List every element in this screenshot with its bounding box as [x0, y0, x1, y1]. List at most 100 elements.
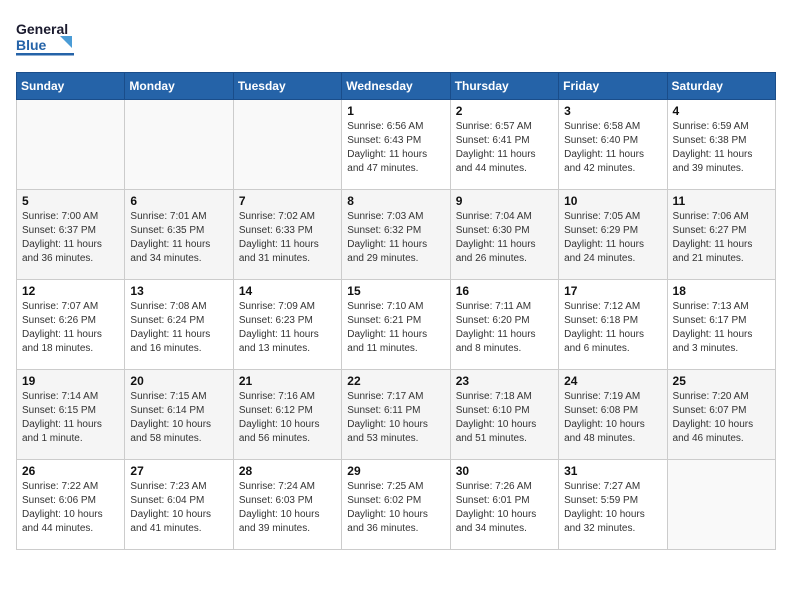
day-number: 26: [22, 464, 119, 478]
weekday-header-saturday: Saturday: [667, 73, 775, 100]
calendar-cell: 19 Sunrise: 7:14 AM Sunset: 6:15 PM Dayli…: [17, 370, 125, 460]
day-number: 29: [347, 464, 444, 478]
day-number: 23: [456, 374, 553, 388]
day-info: Sunrise: 7:22 AM Sunset: 6:06 PM Dayligh…: [22, 480, 119, 536]
day-info: Sunrise: 7:23 AM Sunset: 6:04 PM Dayligh…: [130, 480, 227, 536]
calendar-week-row: 12 Sunrise: 7:07 AM Sunset: 6:26 PM Dayli…: [17, 280, 776, 370]
calendar-cell: 4 Sunrise: 6:59 AM Sunset: 6:38 PM Daylig…: [667, 100, 775, 190]
day-number: 3: [564, 104, 661, 118]
calendar-cell: 9 Sunrise: 7:04 AM Sunset: 6:30 PM Daylig…: [450, 190, 558, 280]
day-info: Sunrise: 7:07 AM Sunset: 6:26 PM Dayligh…: [22, 300, 119, 356]
day-info: Sunrise: 7:01 AM Sunset: 6:35 PM Dayligh…: [130, 210, 227, 266]
calendar-week-row: 5Sunrise: 7:00 AM Sunset: 6:37 PM Daylig…: [17, 190, 776, 280]
day-info: Sunrise: 7:04 AM Sunset: 6:30 PM Dayligh…: [456, 210, 553, 266]
calendar-cell: 17Sunrise: 7:12 AM Sunset: 6:18 PM Dayli…: [559, 280, 667, 370]
day-info: Sunrise: 7:25 AM Sunset: 6:02 PM Dayligh…: [347, 480, 444, 536]
calendar-cell: 20Sunrise: 7:15 AM Sunset: 6:14 PM Dayli…: [125, 370, 233, 460]
calendar-cell: [233, 100, 341, 190]
calendar-week-row: 1 Sunrise: 6:56 AM Sunset: 6:43 PM Daylig…: [17, 100, 776, 190]
day-info: Sunrise: 7:27 AM Sunset: 5:59 PM Dayligh…: [564, 480, 661, 536]
day-number: 5: [22, 194, 119, 208]
day-number: 10: [564, 194, 661, 208]
day-info: Sunrise: 7:20 AM Sunset: 6:07 PM Dayligh…: [673, 390, 770, 446]
day-info: Sunrise: 7:10 AM Sunset: 6:21 PM Dayligh…: [347, 300, 444, 356]
day-info: Sunrise: 7:26 AM Sunset: 6:01 PM Dayligh…: [456, 480, 553, 536]
calendar-cell: 28 Sunrise: 7:24 AM Sunset: 6:03 PM Dayli…: [233, 460, 341, 550]
day-number: 11: [673, 194, 770, 208]
calendar-cell: 1 Sunrise: 6:56 AM Sunset: 6:43 PM Daylig…: [342, 100, 450, 190]
weekday-header-sunday: Sunday: [17, 73, 125, 100]
day-number: 6: [130, 194, 227, 208]
day-number: 14: [239, 284, 336, 298]
day-number: 4: [673, 104, 770, 118]
day-number: 31: [564, 464, 661, 478]
weekday-header-monday: Monday: [125, 73, 233, 100]
day-info: Sunrise: 6:58 AM Sunset: 6:40 PM Dayligh…: [564, 120, 661, 176]
day-info: Sunrise: 7:16 AM Sunset: 6:12 PM Dayligh…: [239, 390, 336, 446]
calendar-cell: 27 Sunrise: 7:23 AM Sunset: 6:04 PM Dayli…: [125, 460, 233, 550]
day-info: Sunrise: 7:18 AM Sunset: 6:10 PM Dayligh…: [456, 390, 553, 446]
calendar-cell: 6 Sunrise: 7:01 AM Sunset: 6:35 PM Daylig…: [125, 190, 233, 280]
svg-text:General: General: [16, 21, 68, 37]
day-info: Sunrise: 7:06 AM Sunset: 6:27 PM Dayligh…: [673, 210, 770, 266]
day-info: Sunrise: 6:57 AM Sunset: 6:41 PM Dayligh…: [456, 120, 553, 176]
day-number: 9: [456, 194, 553, 208]
day-number: 19: [22, 374, 119, 388]
day-info: Sunrise: 7:05 AM Sunset: 6:29 PM Dayligh…: [564, 210, 661, 266]
calendar-cell: 8Sunrise: 7:03 AM Sunset: 6:32 PM Daylig…: [342, 190, 450, 280]
day-info: Sunrise: 7:13 AM Sunset: 6:17 PM Dayligh…: [673, 300, 770, 356]
calendar-cell: 30Sunrise: 7:26 AM Sunset: 6:01 PM Dayli…: [450, 460, 558, 550]
calendar-cell: 24Sunrise: 7:19 AM Sunset: 6:08 PM Dayli…: [559, 370, 667, 460]
day-number: 2: [456, 104, 553, 118]
calendar-cell: 25Sunrise: 7:20 AM Sunset: 6:07 PM Dayli…: [667, 370, 775, 460]
logo: General Blue: [16, 16, 76, 60]
day-number: 17: [564, 284, 661, 298]
calendar-cell: 16 Sunrise: 7:11 AM Sunset: 6:20 PM Dayli…: [450, 280, 558, 370]
weekday-header-thursday: Thursday: [450, 73, 558, 100]
weekday-header-tuesday: Tuesday: [233, 73, 341, 100]
day-info: Sunrise: 6:56 AM Sunset: 6:43 PM Dayligh…: [347, 120, 444, 176]
day-info: Sunrise: 7:24 AM Sunset: 6:03 PM Dayligh…: [239, 480, 336, 536]
calendar-cell: 22Sunrise: 7:17 AM Sunset: 6:11 PM Dayli…: [342, 370, 450, 460]
logo-icon: General Blue: [16, 16, 76, 60]
day-number: 12: [22, 284, 119, 298]
calendar-week-row: 26 Sunrise: 7:22 AM Sunset: 6:06 PM Dayli…: [17, 460, 776, 550]
day-number: 7: [239, 194, 336, 208]
day-number: 28: [239, 464, 336, 478]
day-info: Sunrise: 6:59 AM Sunset: 6:38 PM Dayligh…: [673, 120, 770, 176]
calendar-cell: 12 Sunrise: 7:07 AM Sunset: 6:26 PM Dayli…: [17, 280, 125, 370]
calendar-cell: 14 Sunrise: 7:09 AM Sunset: 6:23 PM Dayli…: [233, 280, 341, 370]
calendar-cell: 23 Sunrise: 7:18 AM Sunset: 6:10 PM Dayli…: [450, 370, 558, 460]
day-info: Sunrise: 7:14 AM Sunset: 6:15 PM Dayligh…: [22, 390, 119, 446]
weekday-header-friday: Friday: [559, 73, 667, 100]
day-info: Sunrise: 7:11 AM Sunset: 6:20 PM Dayligh…: [456, 300, 553, 356]
calendar-cell: 31 Sunrise: 7:27 AM Sunset: 5:59 PM Dayli…: [559, 460, 667, 550]
calendar-cell: 10 Sunrise: 7:05 AM Sunset: 6:29 PM Dayli…: [559, 190, 667, 280]
calendar-cell: 13 Sunrise: 7:08 AM Sunset: 6:24 PM Dayli…: [125, 280, 233, 370]
calendar-cell: 2 Sunrise: 6:57 AM Sunset: 6:41 PM Daylig…: [450, 100, 558, 190]
calendar-cell: 11 Sunrise: 7:06 AM Sunset: 6:27 PM Dayli…: [667, 190, 775, 280]
day-number: 16: [456, 284, 553, 298]
calendar-cell: 15 Sunrise: 7:10 AM Sunset: 6:21 PM Dayli…: [342, 280, 450, 370]
calendar-cell: 18Sunrise: 7:13 AM Sunset: 6:17 PM Dayli…: [667, 280, 775, 370]
day-number: 21: [239, 374, 336, 388]
svg-text:Blue: Blue: [16, 37, 47, 53]
day-number: 24: [564, 374, 661, 388]
calendar-cell: 5Sunrise: 7:00 AM Sunset: 6:37 PM Daylig…: [17, 190, 125, 280]
day-info: Sunrise: 7:08 AM Sunset: 6:24 PM Dayligh…: [130, 300, 227, 356]
day-number: 13: [130, 284, 227, 298]
calendar-cell: 29 Sunrise: 7:25 AM Sunset: 6:02 PM Dayli…: [342, 460, 450, 550]
calendar-cell: 21 Sunrise: 7:16 AM Sunset: 6:12 PM Dayli…: [233, 370, 341, 460]
day-info: Sunrise: 7:03 AM Sunset: 6:32 PM Dayligh…: [347, 210, 444, 266]
calendar-cell: [667, 460, 775, 550]
calendar-cell: [17, 100, 125, 190]
day-number: 15: [347, 284, 444, 298]
day-info: Sunrise: 7:17 AM Sunset: 6:11 PM Dayligh…: [347, 390, 444, 446]
day-info: Sunrise: 7:15 AM Sunset: 6:14 PM Dayligh…: [130, 390, 227, 446]
calendar-cell: 3 Sunrise: 6:58 AM Sunset: 6:40 PM Daylig…: [559, 100, 667, 190]
weekday-header-row: SundayMondayTuesdayWednesdayThursdayFrid…: [17, 73, 776, 100]
day-info: Sunrise: 7:09 AM Sunset: 6:23 PM Dayligh…: [239, 300, 336, 356]
day-number: 1: [347, 104, 444, 118]
day-number: 27: [130, 464, 227, 478]
day-info: Sunrise: 7:02 AM Sunset: 6:33 PM Dayligh…: [239, 210, 336, 266]
